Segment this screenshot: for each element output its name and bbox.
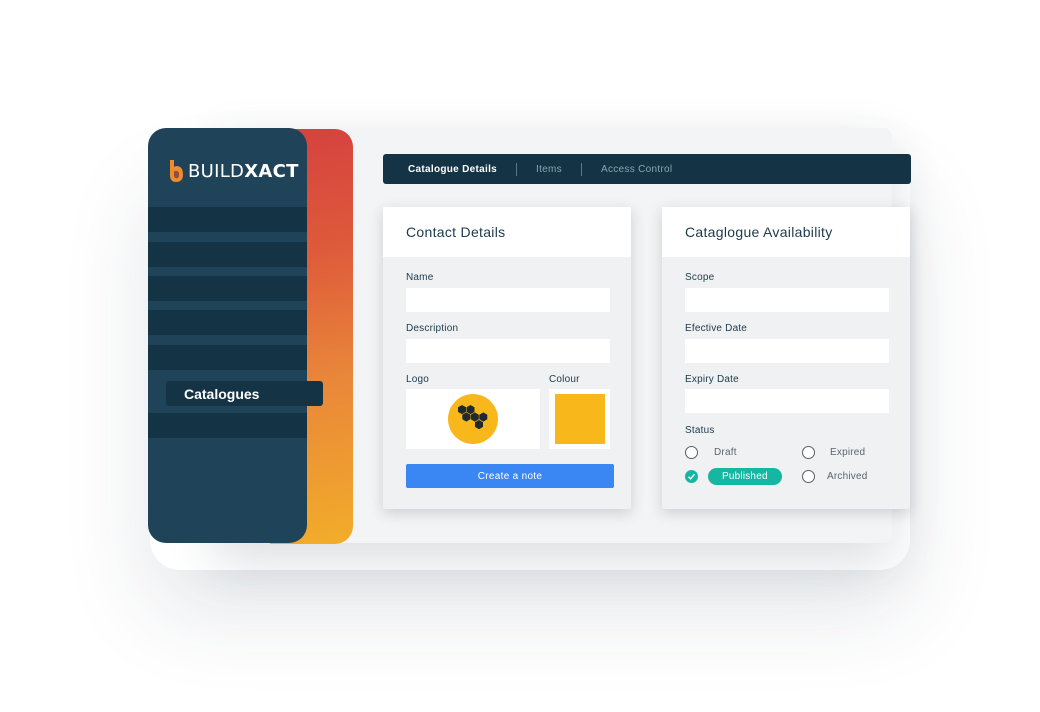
effective-date-label: Efective Date [685,323,748,334]
logo-text-xact: XACT [244,160,299,182]
status-expired-radio[interactable] [802,446,815,459]
buildxact-logo-icon [170,160,183,182]
contact-details-card: Contact Details Name Description Logo Co… [383,207,631,509]
tab-divider [580,162,582,176]
tab-divider [516,162,518,176]
name-field[interactable] [406,288,610,312]
description-label: Description [406,323,459,334]
hexagon-cluster-icon [448,394,498,444]
sidebar [148,128,307,543]
tab-catalogue-details[interactable]: Catalogue Details [408,164,497,175]
scope-field[interactable] [685,288,889,312]
description-field[interactable] [406,339,610,363]
sidebar-item-1[interactable] [148,207,307,232]
colour-label: Colour [549,374,580,385]
logo-wordmark: BUILDXACT [188,161,299,182]
status-expired-label: Expired [830,447,866,458]
status-draft-radio[interactable] [685,446,698,459]
colour-swatch [554,394,605,444]
checkmark-icon [688,473,696,480]
tab-access-control[interactable]: Access Control [601,164,672,175]
status-draft-label: Draft [714,447,737,458]
tab-items[interactable]: Items [536,164,562,175]
status-label: Status [685,425,715,436]
sidebar-item-7[interactable] [148,413,307,438]
sidebar-item-catalogues[interactable]: Catalogues [166,381,323,406]
sidebar-item-3[interactable] [148,276,307,301]
brand-logo[interactable]: BUILDXACT [168,158,299,184]
expiry-date-field[interactable] [685,389,889,413]
effective-date-field[interactable] [685,339,889,363]
create-note-button[interactable]: Create a note [406,464,614,488]
status-published-radio[interactable] [685,470,698,483]
status-published-badge: Published [708,468,782,485]
card-title: Cataglogue Availability [662,207,910,257]
sidebar-item-5[interactable] [148,345,307,370]
colour-picker[interactable] [549,389,610,449]
sidebar-item-label: Catalogues [184,385,260,402]
name-label: Name [406,272,434,283]
tab-bar: Catalogue Details Items Access Control [383,154,911,184]
status-archived-radio[interactable] [802,470,815,483]
logo-text-build: BUILD [188,160,245,182]
card-title: Contact Details [383,207,631,257]
sidebar-item-2[interactable] [148,242,307,267]
logo-upload[interactable] [406,389,540,449]
expiry-date-label: Expiry Date [685,374,739,385]
status-archived-label: Archived [827,471,868,482]
catalogue-availability-card: Cataglogue Availability Scope Efective D… [662,207,910,509]
logo-label: Logo [406,374,430,385]
scope-label: Scope [685,272,715,283]
sidebar-item-4[interactable] [148,310,307,335]
